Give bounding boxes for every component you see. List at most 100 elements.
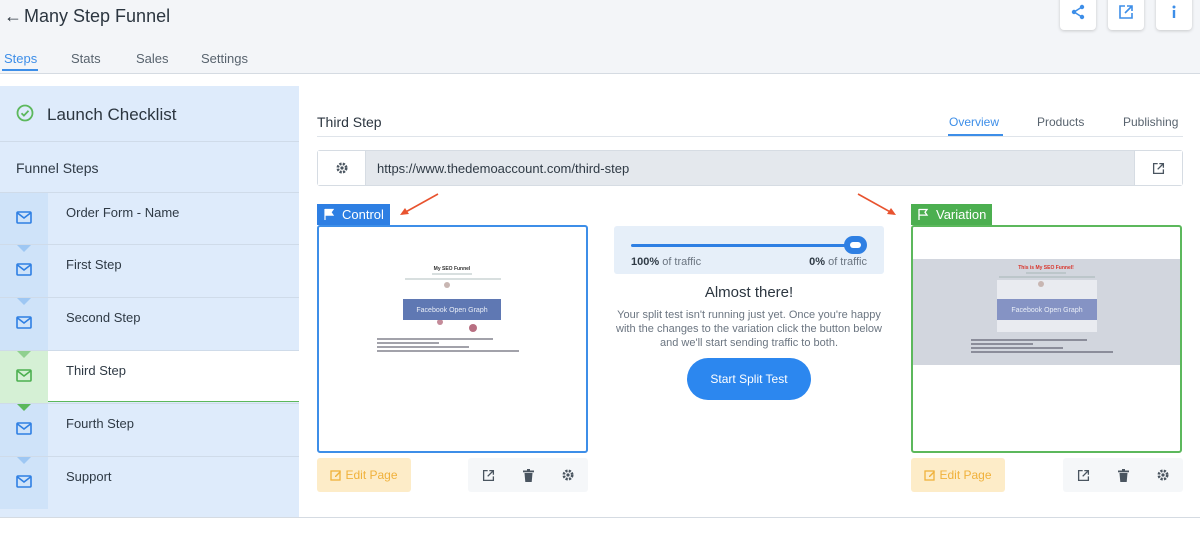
mail-icon [16, 211, 32, 224]
share-button[interactable] [1060, 0, 1096, 30]
sidebar-step-support[interactable]: Support [0, 456, 299, 509]
step-connector [17, 298, 31, 305]
variation-traffic-percent: 0% [809, 256, 826, 268]
control-badge: Control [317, 204, 390, 225]
control-traffic-text: 100% of traffic [631, 256, 701, 268]
variation-preview-card[interactable]: This is My SEO Funnel! Facebook Open Gra… [911, 225, 1182, 453]
control-edit-page-label: Edit Page [345, 468, 398, 482]
trash-icon [1117, 468, 1129, 482]
mail-icon [16, 369, 32, 382]
launch-checklist-label: Launch Checklist [47, 105, 177, 124]
external-link-icon [1077, 469, 1089, 481]
variation-edit-page-button[interactable]: Edit Page [911, 458, 1005, 492]
sidebar: Launch Checklist Funnel Steps Order Form… [0, 86, 299, 517]
traffic-slider-track[interactable] [631, 244, 853, 247]
control-badge-label: Control [342, 207, 384, 222]
sidebar-step-label: First Step [66, 257, 122, 272]
funnel-steps-heading: Funnel Steps [16, 160, 99, 176]
step-connector [17, 457, 31, 464]
gear-icon [336, 162, 347, 174]
step-connector [17, 351, 31, 358]
flag-outline-icon [918, 208, 929, 220]
split-test-message: Your split test isn't running just yet. … [616, 309, 882, 349]
step-url[interactable]: https://www.thedemoaccount.com/third-ste… [377, 161, 629, 176]
external-link-icon [1119, 5, 1133, 19]
mail-icon [16, 263, 32, 276]
open-external-button[interactable] [1108, 0, 1144, 30]
annotation-arrow-icon [857, 193, 896, 215]
subtab-products[interactable]: Products [1037, 115, 1084, 129]
step-detail-panel: Third Step Overview Products Publishing … [300, 86, 1200, 517]
tab-settings[interactable]: Settings [201, 51, 248, 66]
variation-preview-heading: This is My SEO Funnel! [1018, 265, 1074, 271]
variation-open-button[interactable] [1063, 458, 1103, 492]
launch-checklist[interactable]: Launch Checklist [0, 86, 299, 142]
sidebar-step-third-step[interactable]: Third Step [0, 350, 299, 403]
variation-badge: Variation [911, 204, 993, 225]
external-link-icon [1152, 162, 1165, 174]
variation-actions [1063, 458, 1183, 492]
subtab-publishing[interactable]: Publishing [1123, 115, 1178, 129]
sidebar-step-label: Third Step [66, 363, 126, 378]
variation-delete-button[interactable] [1103, 458, 1143, 492]
control-preview-heading: My SEO Funnel [434, 266, 471, 272]
bottom-border [0, 517, 1200, 518]
tab-steps[interactable]: Steps [4, 51, 37, 66]
sidebar-step-label: Second Step [66, 310, 141, 325]
control-delete-button[interactable] [508, 458, 548, 492]
sidebar-step-second-step[interactable]: Second Step [0, 297, 299, 350]
step-connector [17, 245, 31, 252]
variation-preview-banner: Facebook Open Graph [1011, 307, 1082, 314]
app-header: ← Many Step Funnel Steps Stats Sales Set… [0, 0, 1200, 74]
mail-icon [16, 316, 32, 329]
subtab-overview[interactable]: Overview [949, 115, 999, 129]
check-circle-icon [16, 104, 34, 122]
sidebar-step-label: Fourth Step [66, 416, 134, 431]
funnel-editor: ← Many Step Funnel Steps Stats Sales Set… [0, 0, 1200, 540]
annotation-arrow-icon [400, 193, 439, 215]
traffic-slider-handle[interactable] [844, 236, 867, 254]
sidebar-step-fourth-step[interactable]: Fourth Step [0, 403, 299, 456]
start-split-test-button[interactable]: Start Split Test [687, 358, 811, 400]
control-edit-page-button[interactable]: Edit Page [317, 458, 411, 492]
sidebar-step-label: Support [66, 469, 112, 484]
sidebar-step-first-step[interactable]: First Step [0, 244, 299, 297]
gear-icon [1157, 469, 1169, 481]
external-link-icon [482, 469, 494, 481]
url-bar: https://www.thedemoaccount.com/third-ste… [317, 150, 1183, 186]
control-settings-button[interactable] [548, 458, 588, 492]
trash-icon [522, 468, 534, 482]
step-connector [17, 404, 31, 411]
control-preview-banner: Facebook Open Graph [416, 307, 487, 314]
tab-sales[interactable]: Sales [136, 51, 169, 66]
sidebar-step-order-form[interactable]: Order Form - Name [0, 192, 299, 245]
back-arrow-icon[interactable]: ← [4, 6, 22, 27]
control-open-button[interactable] [468, 458, 508, 492]
control-actions [468, 458, 588, 492]
control-page-thumbnail: My SEO Funnel Facebook Open Graph [377, 266, 519, 352]
open-url-button[interactable] [1134, 151, 1182, 185]
flag-icon [324, 208, 335, 220]
header-divider [317, 136, 1183, 137]
share-icon [1071, 4, 1085, 20]
control-preview-card[interactable]: My SEO Funnel Facebook Open Graph [317, 225, 588, 453]
step-title: Third Step [317, 114, 382, 130]
tab-stats[interactable]: Stats [71, 51, 101, 66]
variation-settings-button[interactable] [1143, 458, 1183, 492]
control-traffic-percent: 100% [631, 256, 660, 268]
info-button[interactable] [1156, 0, 1192, 30]
info-icon [1172, 5, 1176, 18]
edit-icon [924, 470, 936, 481]
gear-icon [562, 469, 574, 481]
page-title: Many Step Funnel [24, 6, 171, 26]
variation-edit-page-label: Edit Page [939, 468, 992, 482]
traffic-split-panel: 100% of traffic 0% of traffic [614, 226, 884, 274]
mail-icon [16, 475, 32, 488]
sidebar-step-label: Order Form - Name [66, 205, 180, 220]
split-test-headline: Almost there! [704, 284, 794, 301]
url-settings-button[interactable] [318, 151, 366, 185]
mail-icon [16, 422, 32, 435]
variation-traffic-suffix: of traffic [825, 256, 867, 268]
control-traffic-suffix: of traffic [659, 256, 702, 268]
variation-traffic-text: 0% of traffic [809, 256, 867, 268]
